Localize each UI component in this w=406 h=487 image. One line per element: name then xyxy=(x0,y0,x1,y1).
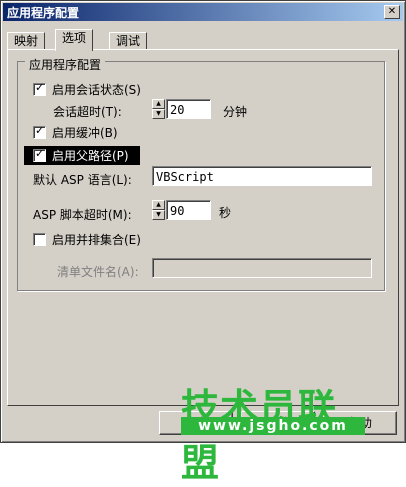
spin-down-icon[interactable]: ▼ xyxy=(152,109,165,119)
manifest-file-input[interactable] xyxy=(152,258,372,278)
session-timeout-unit: 分钟 xyxy=(223,105,248,119)
session-timeout-input[interactable]: 20 xyxy=(166,99,211,119)
parent-paths-row[interactable]: ✓ 启用父路径(P) xyxy=(33,147,129,163)
session-timeout-label: 会话超时(T): xyxy=(53,105,122,119)
session-state-label: 启用会话状态(S) xyxy=(52,82,141,97)
window-title: 应用程序配置 xyxy=(7,6,80,20)
manifest-file-label: 清单文件名(A): xyxy=(57,265,139,279)
asp-script-timeout-label: ASP 脚本超时(M): xyxy=(33,208,132,222)
dialog-window: 应用程序配置 ✕ 映射 选项 调试 应用程序配置 ✓ 启用会话状态(S) 会话超… xyxy=(0,0,406,485)
spin-up-icon[interactable]: ▲ xyxy=(152,99,165,109)
checkmark-icon: ✓ xyxy=(35,80,45,94)
buffering-label: 启用缓冲(B) xyxy=(52,125,118,140)
buffering-row[interactable]: ✓ 启用缓冲(B) xyxy=(33,124,118,140)
groupbox-title: 应用程序配置 xyxy=(25,56,106,73)
session-state-checkbox[interactable]: ✓ xyxy=(33,80,46,96)
asp-script-timeout-spinner[interactable]: ▲ ▼ xyxy=(152,200,165,220)
buffering-checkbox[interactable]: ✓ xyxy=(33,123,46,139)
parent-paths-label: 启用父路径(P) xyxy=(52,148,129,163)
asp-script-timeout-input[interactable]: 90 xyxy=(166,200,211,220)
spin-down-icon[interactable]: ▼ xyxy=(152,210,165,220)
default-asp-language-label: 默认 ASP 语言(L): xyxy=(33,173,132,187)
watermark-logo: 技术员联盟 www.jsgho.com xyxy=(181,377,365,485)
parent-paths-checkbox[interactable]: ✓ xyxy=(33,146,46,162)
default-asp-language-input[interactable]: VBScript xyxy=(152,166,372,186)
tab-debugging[interactable]: 调试 xyxy=(109,32,148,50)
spin-up-icon[interactable]: ▲ xyxy=(152,200,165,210)
side-by-side-label: 启用并排集合(E) xyxy=(52,232,141,247)
checkmark-icon: ✓ xyxy=(35,123,45,137)
side-by-side-checkbox[interactable] xyxy=(33,232,46,246)
watermark-url: www.jsgho.com xyxy=(181,417,365,435)
checkmark-icon: ✓ xyxy=(35,146,45,160)
session-state-row[interactable]: ✓ 启用会话状态(S) xyxy=(33,81,141,97)
close-button[interactable]: ✕ xyxy=(384,5,400,19)
tab-mapping[interactable]: 映射 xyxy=(7,32,46,50)
tab-options[interactable]: 选项 xyxy=(55,29,94,51)
title-bar[interactable]: 应用程序配置 ✕ xyxy=(3,3,403,21)
session-timeout-spinner[interactable]: ▲ ▼ xyxy=(152,99,165,119)
asp-script-timeout-unit: 秒 xyxy=(219,206,232,220)
side-by-side-row[interactable]: 启用并排集合(E) xyxy=(33,231,141,247)
close-icon: ✕ xyxy=(387,6,397,17)
